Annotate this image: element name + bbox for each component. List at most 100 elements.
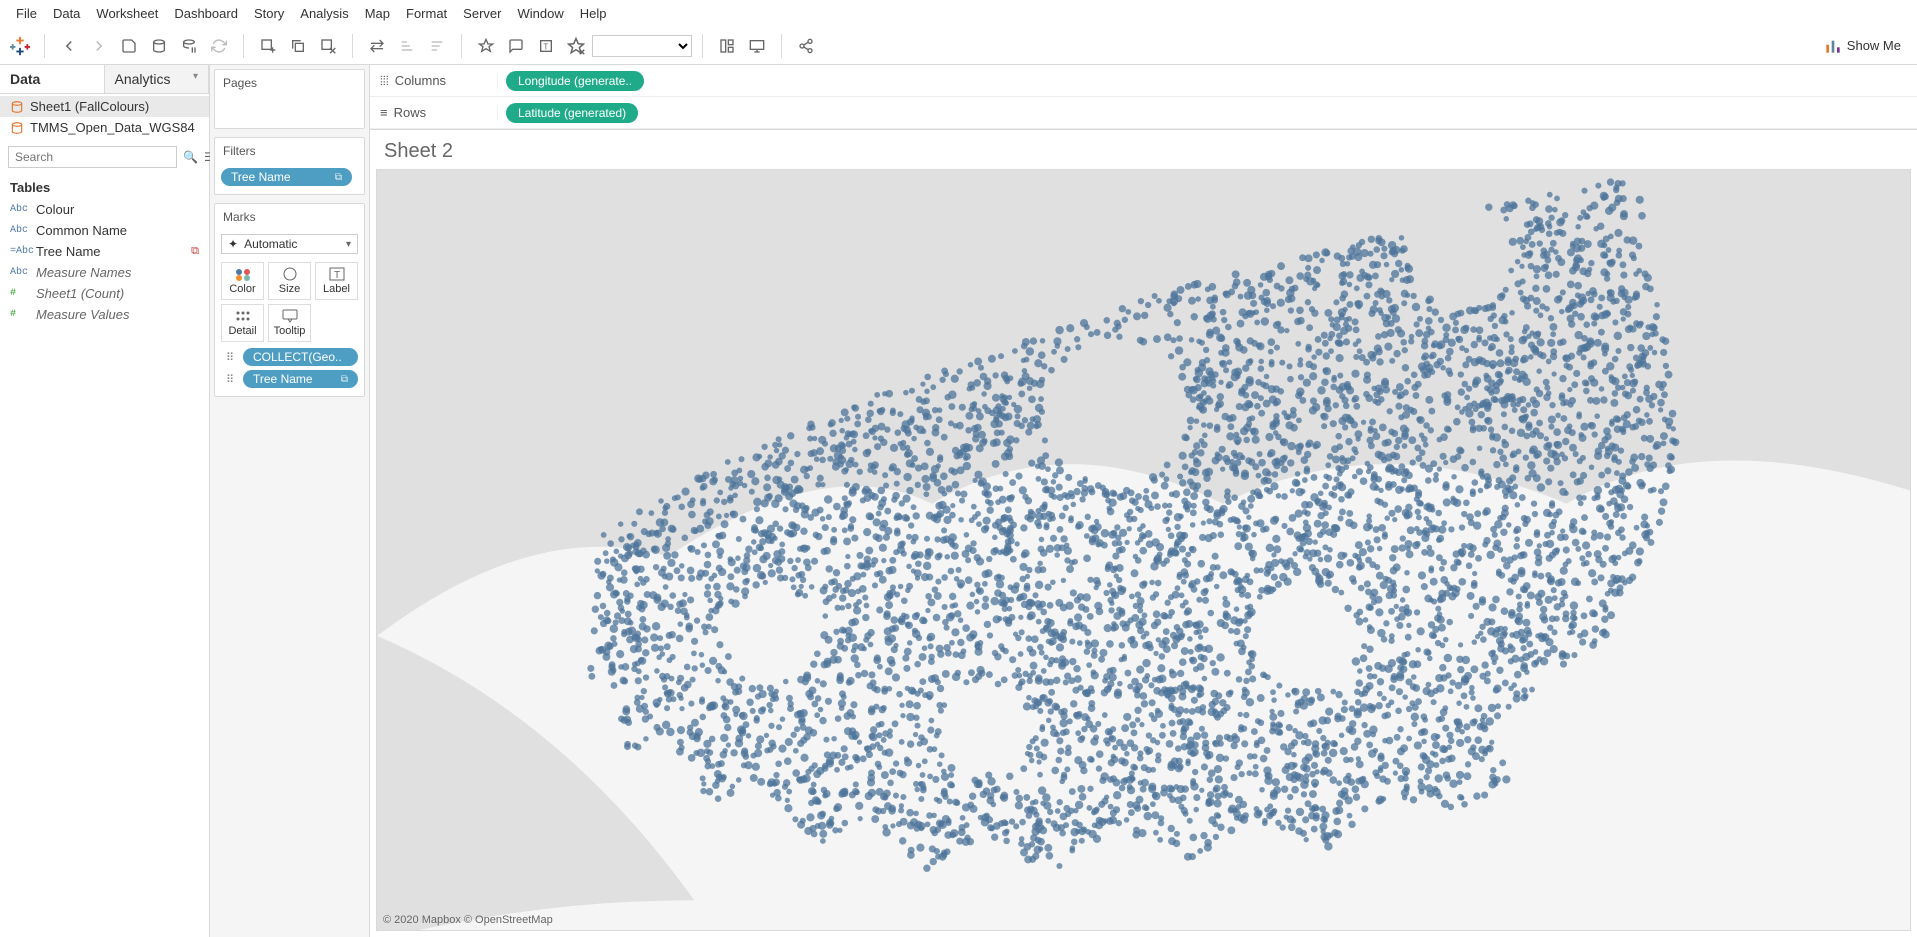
type-string-icon: Abc [10, 267, 30, 278]
show-me-icon [1825, 38, 1841, 54]
field-sheet1-count[interactable]: # Sheet1 (Count) [0, 283, 209, 304]
rows-shelf[interactable]: Latitude (generated) [498, 103, 1917, 123]
tableau-logo-icon[interactable] [6, 32, 34, 60]
map-visualization[interactable]: © 2020 Mapbox © OpenStreetMap [376, 169, 1911, 931]
highlight-icon[interactable] [472, 32, 500, 60]
field-label: Sheet1 (Count) [36, 286, 124, 301]
label-toggle-icon[interactable]: T [532, 32, 560, 60]
tables-header: Tables [0, 174, 209, 199]
marks-label-button[interactable]: T Label [315, 262, 358, 300]
marks-tooltip-button[interactable]: Tooltip [268, 304, 311, 342]
field-label: Colour [36, 202, 74, 217]
field-tree-name[interactable]: =Abc Tree Name ⧉ [0, 241, 209, 262]
field-measure-names[interactable]: Abc Measure Names [0, 262, 209, 283]
menu-help[interactable]: Help [572, 2, 615, 25]
share-icon[interactable] [792, 32, 820, 60]
fit-dropdown[interactable] [592, 35, 692, 57]
field-measure-values[interactable]: # Measure Values [0, 304, 209, 325]
clear-icon[interactable] [314, 32, 342, 60]
menu-format[interactable]: Format [398, 2, 455, 25]
duplicate-icon[interactable] [284, 32, 312, 60]
undo-icon[interactable] [55, 32, 83, 60]
show-me-label: Show Me [1847, 38, 1901, 53]
marks-detail-button[interactable]: Detail [221, 304, 264, 342]
search-icon[interactable]: 🔍 [183, 148, 198, 166]
tooltip-icon [281, 309, 299, 323]
color-icon [234, 267, 252, 281]
detail-slot-icon: ⠿ [221, 351, 239, 364]
menu-map[interactable]: Map [357, 2, 398, 25]
search-input[interactable] [8, 146, 177, 168]
menu-data[interactable]: Data [45, 2, 88, 25]
fix-axes-icon[interactable] [562, 32, 590, 60]
label-icon: T [328, 267, 346, 281]
mark-label: Label [323, 283, 350, 295]
size-icon [281, 267, 299, 281]
type-number-icon: # [10, 309, 30, 320]
type-number-icon: # [10, 288, 30, 299]
rows-pill-latitude[interactable]: Latitude (generated) [506, 103, 638, 123]
sort-desc-icon[interactable] [423, 32, 451, 60]
menu-file[interactable]: File [8, 2, 45, 25]
save-icon[interactable] [115, 32, 143, 60]
link-icon: ⧉ [191, 245, 199, 258]
chevron-down-icon: ▾ [346, 239, 351, 250]
svg-text:T: T [334, 270, 340, 281]
datasource-item[interactable]: Sheet1 (FallColours) [0, 96, 209, 117]
filter-icon: ⧉ [335, 172, 342, 183]
sort-asc-icon[interactable] [393, 32, 421, 60]
type-string-icon: Abc [10, 204, 30, 215]
sheet-title[interactable]: Sheet 2 [370, 130, 1917, 169]
mark-label: Detail [228, 325, 256, 337]
group-icon[interactable] [502, 32, 530, 60]
mark-pill-collect-geo[interactable]: COLLECT(Geo.. [243, 348, 358, 366]
show-cards-icon[interactable] [713, 32, 741, 60]
menu-story[interactable]: Story [246, 2, 292, 25]
menu-analysis[interactable]: Analysis [292, 2, 356, 25]
pill-label: Latitude (generated) [518, 106, 626, 120]
marks-type-dropdown[interactable]: ✦ Automatic ▾ [221, 234, 358, 254]
field-label: Tree Name [36, 244, 101, 259]
marks-color-button[interactable]: Color [221, 262, 264, 300]
refresh-icon[interactable] [205, 32, 233, 60]
new-worksheet-icon[interactable] [254, 32, 282, 60]
show-me-button[interactable]: Show Me [1815, 38, 1911, 54]
swap-icon[interactable] [363, 32, 391, 60]
field-label: Measure Names [36, 265, 131, 280]
type-calc-string-icon: =Abc [10, 246, 30, 257]
mark-label: Tooltip [274, 325, 306, 337]
field-common-name[interactable]: Abc Common Name [0, 220, 209, 241]
new-datasource-icon[interactable] [145, 32, 173, 60]
menu-worksheet[interactable]: Worksheet [88, 2, 166, 25]
filters-card[interactable]: Filters Tree Name ⧉ [214, 137, 365, 195]
tab-data[interactable]: Data [0, 65, 105, 93]
menu-server[interactable]: Server [455, 2, 509, 25]
pause-updates-icon[interactable] [175, 32, 203, 60]
filter-pill-tree-name[interactable]: Tree Name ⧉ [221, 168, 352, 186]
field-label: Common Name [36, 223, 127, 238]
redo-icon[interactable] [85, 32, 113, 60]
tab-analytics[interactable]: Analytics▾ [105, 65, 210, 93]
field-label: Measure Values [36, 307, 129, 322]
menu-dashboard[interactable]: Dashboard [166, 2, 246, 25]
pages-header: Pages [215, 70, 364, 96]
filters-header: Filters [215, 138, 364, 164]
mark-label: Size [279, 283, 300, 295]
presentation-icon[interactable] [743, 32, 771, 60]
mark-pill-tree-name[interactable]: Tree Name ⧉ [243, 370, 358, 388]
menu-window[interactable]: Window [509, 2, 571, 25]
mark-label: Color [229, 283, 255, 295]
field-colour[interactable]: Abc Colour [0, 199, 209, 220]
pill-label: Longitude (generate.. [518, 74, 632, 88]
detail-slot-icon: ⠿ [221, 373, 239, 386]
pages-card[interactable]: Pages [214, 69, 365, 129]
data-pane: Data Analytics▾ Sheet1 (FallColours) TMM… [0, 65, 210, 937]
rows-shelf-label: ≡ Rows [370, 105, 498, 120]
marks-size-button[interactable]: Size [268, 262, 311, 300]
datasource-item[interactable]: TMMS_Open_Data_WGS84 [0, 117, 209, 138]
columns-shelf-label: ⦙⦙⦙ Columns [370, 73, 498, 89]
datasource-label: TMMS_Open_Data_WGS84 [30, 120, 195, 135]
columns-shelf[interactable]: Longitude (generate.. [498, 71, 1917, 91]
columns-pill-longitude[interactable]: Longitude (generate.. [506, 71, 644, 91]
pill-label: Tree Name [231, 170, 291, 184]
